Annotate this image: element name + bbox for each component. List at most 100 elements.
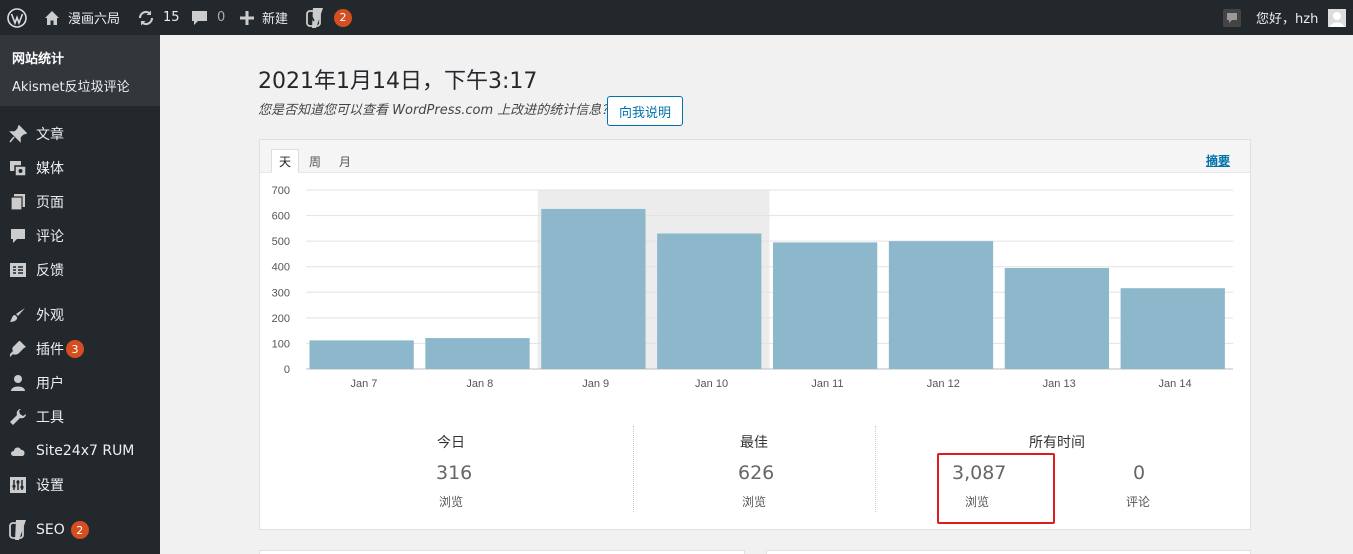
x-tick-label: Jan 9 xyxy=(582,378,609,390)
main-content: 2021年1月14日，下午3:17 您是否知道您可以查看 WordPress.c… xyxy=(160,35,1353,554)
site-name-link[interactable]: 漫画六局 xyxy=(44,0,120,35)
yoast-icon xyxy=(306,7,323,28)
summary-divider xyxy=(633,426,634,512)
plugins-update-badge: 3 xyxy=(66,340,84,358)
annotation-highlight-box xyxy=(937,453,1055,524)
cloud-icon xyxy=(8,441,28,461)
sidebar-item-label: 反馈 xyxy=(36,263,64,279)
submenu-akismet[interactable]: Akismet反垃圾评论 xyxy=(12,76,130,95)
comments-count: 0 xyxy=(217,10,226,25)
summary-alltime-title: 所有时间 xyxy=(1029,435,1085,451)
summary-link[interactable]: 摘要 xyxy=(1206,152,1230,169)
home-icon xyxy=(45,10,59,25)
notifications-icon[interactable] xyxy=(1223,0,1241,35)
stats-panel: 天 周 月 摘要 0 100 200 300 400 500 600 700 Jan 7 Jan… xyxy=(259,139,1251,530)
tell-me-button[interactable]: 向我说明 xyxy=(607,96,684,126)
media-icon xyxy=(8,158,28,178)
y-tick-label: 300 xyxy=(272,287,290,299)
sidebar-item-comments[interactable]: 评论 xyxy=(0,221,160,251)
sidebar-item-label: 用户 xyxy=(36,376,64,392)
bar xyxy=(1120,288,1225,369)
updates-count: 15 xyxy=(163,10,180,25)
seo-menu[interactable]: 2 xyxy=(306,0,352,35)
summary-best-value: 626 xyxy=(738,462,775,484)
greeting: 您好，hzh xyxy=(1256,12,1319,27)
sidebar-item-media[interactable]: 媒体 xyxy=(0,153,160,183)
plugin-icon xyxy=(8,339,28,359)
sidebar-item-posts[interactable]: 文章 xyxy=(0,119,160,149)
comments-link[interactable]: 0 xyxy=(191,0,225,35)
stats-promo-text: 您是否知道您可以查看 WordPress.com 上改进的统计信息？ xyxy=(258,103,615,118)
sidebar-item-plugins[interactable]: 插件 3 xyxy=(0,334,160,364)
sidebar-item-label: 文章 xyxy=(36,127,64,143)
x-tick-label: Jan 7 xyxy=(350,378,377,390)
x-tick-label: Jan 14 xyxy=(1159,378,1192,390)
bar xyxy=(657,233,762,369)
bar xyxy=(888,241,994,369)
settings-icon xyxy=(8,475,28,495)
y-tick-label: 600 xyxy=(272,211,290,223)
pin-icon xyxy=(8,124,28,144)
admin-bar: 漫画六局 15 0 新建 2 您好，hzh xyxy=(0,0,1353,35)
page-title: 2021年1月14日，下午3:17 xyxy=(258,69,538,94)
plus-icon xyxy=(240,10,254,25)
views-bar-chart: 0 100 200 300 400 500 600 700 Jan 7 Jan 8 Jan 9 Ja… xyxy=(272,185,1233,390)
new-content-link[interactable]: 新建 xyxy=(240,0,288,35)
bar xyxy=(309,340,414,369)
x-tick-label: Jan 12 xyxy=(927,378,960,390)
updates-link[interactable]: 15 xyxy=(137,0,180,35)
summary-best-title: 最佳 xyxy=(740,435,768,451)
sidebar-item-label: 页面 xyxy=(36,195,64,211)
sidebar-item-label: 插件 xyxy=(36,342,64,358)
yoast-icon xyxy=(8,520,28,540)
sidebar-item-label: Site24x7 RUM xyxy=(36,443,135,459)
sidebar-item-label: 设置 xyxy=(36,478,64,494)
summary-today-value: 316 xyxy=(436,462,473,484)
summary-alltime-comments-label: 评论 xyxy=(1126,495,1151,509)
page-icon xyxy=(8,192,28,212)
y-tick-label: 100 xyxy=(272,338,290,350)
sidebar-item-settings[interactable]: 设置 xyxy=(0,470,160,500)
wordpress-logo-icon[interactable] xyxy=(7,0,27,35)
sidebar-item-appearance[interactable]: 外观 xyxy=(0,300,160,330)
feedback-icon xyxy=(8,260,28,280)
new-label: 新建 xyxy=(262,12,289,27)
sidebar-item-feedback[interactable]: 反馈 xyxy=(0,255,160,285)
tab-month[interactable]: 月 xyxy=(331,149,359,173)
wrench-icon xyxy=(8,407,28,427)
y-tick-label: 0 xyxy=(284,364,290,376)
sidebar-item-label: 外观 xyxy=(36,308,64,324)
admin-sidebar: 网站统计 Akismet反垃圾评论 文章 媒体 页面 评论 反馈 外观 插件 3… xyxy=(0,35,160,554)
seo-update-badge: 2 xyxy=(70,521,89,539)
summary-today-label: 浏览 xyxy=(439,495,464,509)
site-name: 漫画六局 xyxy=(68,12,121,27)
refresh-icon xyxy=(138,10,154,25)
brush-icon xyxy=(8,305,28,325)
bar xyxy=(541,208,646,369)
x-tick-label: Jan 13 xyxy=(1043,378,1076,390)
seo-badge: 2 xyxy=(334,8,352,27)
sidebar-item-seo[interactable]: SEO 2 xyxy=(0,515,160,545)
stats-panel-header: 天 周 月 摘要 xyxy=(260,140,1250,173)
y-tick-label: 500 xyxy=(272,236,290,248)
tab-week[interactable]: 周 xyxy=(301,149,329,173)
account-menu[interactable]: 您好，hzh xyxy=(1256,0,1347,35)
tab-day[interactable]: 天 xyxy=(271,149,300,173)
x-tick-label: Jan 10 xyxy=(695,378,728,390)
summary-alltime-comments-value: 0 xyxy=(1133,462,1146,484)
sidebar-item-label: 工具 xyxy=(36,410,64,426)
summary-today-title: 今日 xyxy=(437,435,465,451)
sidebar-item-site24x7[interactable]: Site24x7 RUM xyxy=(0,436,160,466)
sidebar-item-pages[interactable]: 页面 xyxy=(0,187,160,217)
dashboard-widget xyxy=(259,550,745,554)
dashboard-widget xyxy=(766,550,1251,554)
sidebar-item-tools[interactable]: 工具 xyxy=(0,402,160,432)
sidebar-item-users[interactable]: 用户 xyxy=(0,368,160,398)
bar xyxy=(425,338,530,369)
sidebar-item-label: 媒体 xyxy=(36,161,64,177)
x-tick-label: Jan 11 xyxy=(811,378,843,390)
avatar xyxy=(1328,8,1347,27)
y-tick-label: 400 xyxy=(272,262,290,274)
submenu-site-stats[interactable]: 网站统计 xyxy=(12,48,64,67)
user-icon xyxy=(8,373,28,393)
